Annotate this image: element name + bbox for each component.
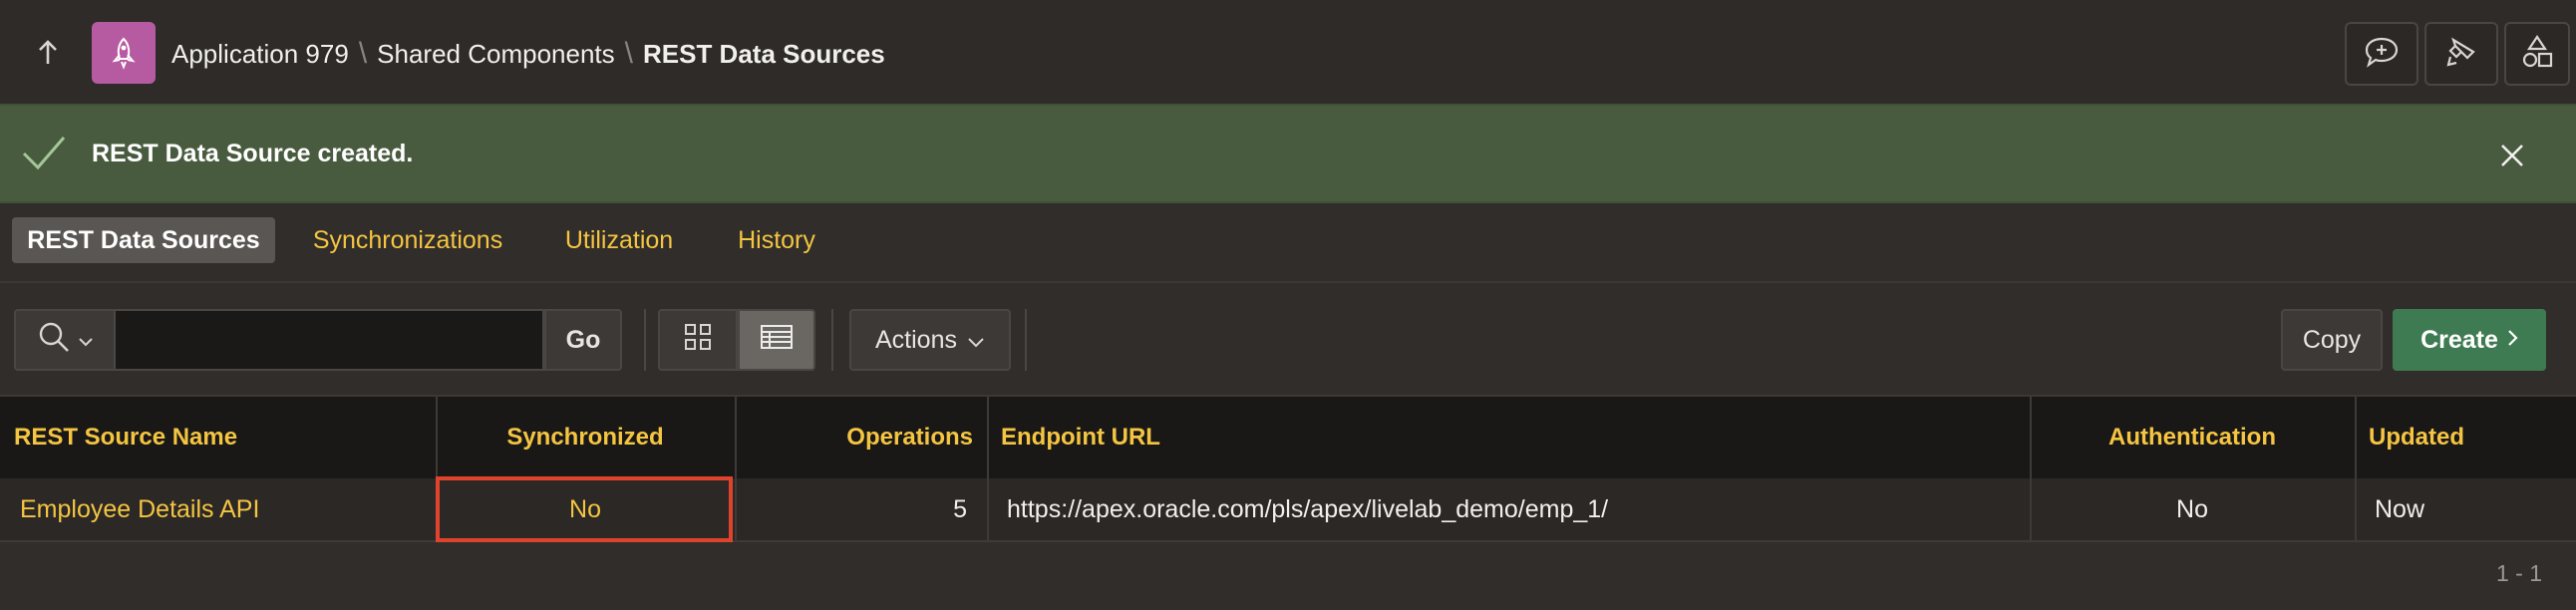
authentication-cell: No [2176, 494, 2208, 523]
toolbar-divider [644, 309, 646, 371]
table-icon [760, 323, 794, 358]
success-notification: REST Data Source created. [0, 104, 2576, 203]
column-header-operations[interactable]: Operations [735, 397, 987, 478]
actions-menu-button[interactable]: Actions [849, 309, 1011, 371]
shapes-icon [2520, 34, 2554, 75]
icon-view-button[interactable] [658, 309, 738, 371]
chevron-right-icon [2506, 326, 2518, 355]
tab-bar: REST Data Sources Synchronizations Utili… [0, 201, 2576, 283]
actions-label: Actions [875, 325, 957, 354]
search-input[interactable] [116, 309, 544, 371]
shared-components-button[interactable] [2504, 22, 2570, 86]
breadcrumb-current-page: REST Data Sources [642, 38, 885, 69]
column-divider [735, 397, 737, 540]
search-icon [36, 319, 72, 362]
report-toolbar: Go Actions Copy Create [0, 283, 2576, 397]
column-divider [436, 397, 438, 540]
updated-cell: Now [2375, 494, 2425, 523]
copy-button[interactable]: Copy [2281, 309, 2383, 371]
marker-icon [2444, 35, 2478, 74]
report-view-button[interactable] [738, 309, 815, 371]
success-message: REST Data Source created. [92, 140, 414, 167]
table-row: Employee Details API No 5 https://apex.o… [0, 478, 2576, 542]
breadcrumb-separator: \ [358, 37, 368, 70]
go-button[interactable]: Go [544, 309, 622, 371]
tab-rest-data-sources[interactable]: REST Data Sources [12, 217, 275, 263]
tab-utilization[interactable]: Utilization [538, 217, 700, 263]
top-bar: Application 979 \ Shared Components \ RE… [0, 0, 2576, 106]
tab-synchronizations[interactable]: Synchronizations [291, 217, 524, 263]
breadcrumb-application[interactable]: Application 979 [171, 39, 349, 70]
feedback-icon [2364, 35, 2400, 74]
column-divider [987, 397, 989, 540]
create-button[interactable]: Create [2393, 309, 2546, 371]
column-divider [2030, 397, 2032, 540]
table-header: REST Source Name Synchronized Operations… [0, 397, 2576, 478]
create-label: Create [2420, 325, 2498, 354]
rest-source-name-link[interactable]: Employee Details API [0, 478, 436, 540]
breadcrumb: Application 979 \ Shared Components \ RE… [171, 36, 885, 72]
toolbar-divider [1025, 309, 1027, 371]
feedback-button[interactable] [2345, 22, 2418, 86]
check-icon [20, 132, 68, 180]
column-divider [2355, 397, 2357, 540]
column-header-rest-source-name[interactable]: REST Source Name [0, 397, 436, 478]
toolbar-divider [831, 309, 833, 371]
column-header-authentication[interactable]: Authentication [2030, 397, 2355, 478]
chevron-down-icon [78, 326, 94, 355]
pagination-info: 1 - 1 [2496, 560, 2543, 586]
operations-cell: 5 [953, 494, 967, 523]
grid-icon [683, 322, 713, 359]
rocket-icon[interactable] [92, 22, 156, 84]
tab-history[interactable]: History [714, 217, 839, 263]
search-column-selector[interactable] [14, 309, 116, 371]
chevron-down-icon [967, 326, 985, 355]
breadcrumb-shared-components[interactable]: Shared Components [377, 39, 614, 70]
column-header-synchronized[interactable]: Synchronized [436, 397, 735, 478]
breadcrumb-separator: \ [624, 37, 633, 70]
column-header-updated[interactable]: Updated [2355, 397, 2576, 478]
column-header-endpoint-url[interactable]: Endpoint URL [987, 397, 2030, 478]
up-arrow-icon[interactable] [30, 34, 66, 70]
markup-button[interactable] [2424, 22, 2498, 86]
endpoint-url-cell: https://apex.oracle.com/pls/apex/livelab… [1007, 494, 1609, 523]
close-icon[interactable] [2496, 140, 2528, 176]
synchronized-cell[interactable]: No [436, 478, 735, 540]
